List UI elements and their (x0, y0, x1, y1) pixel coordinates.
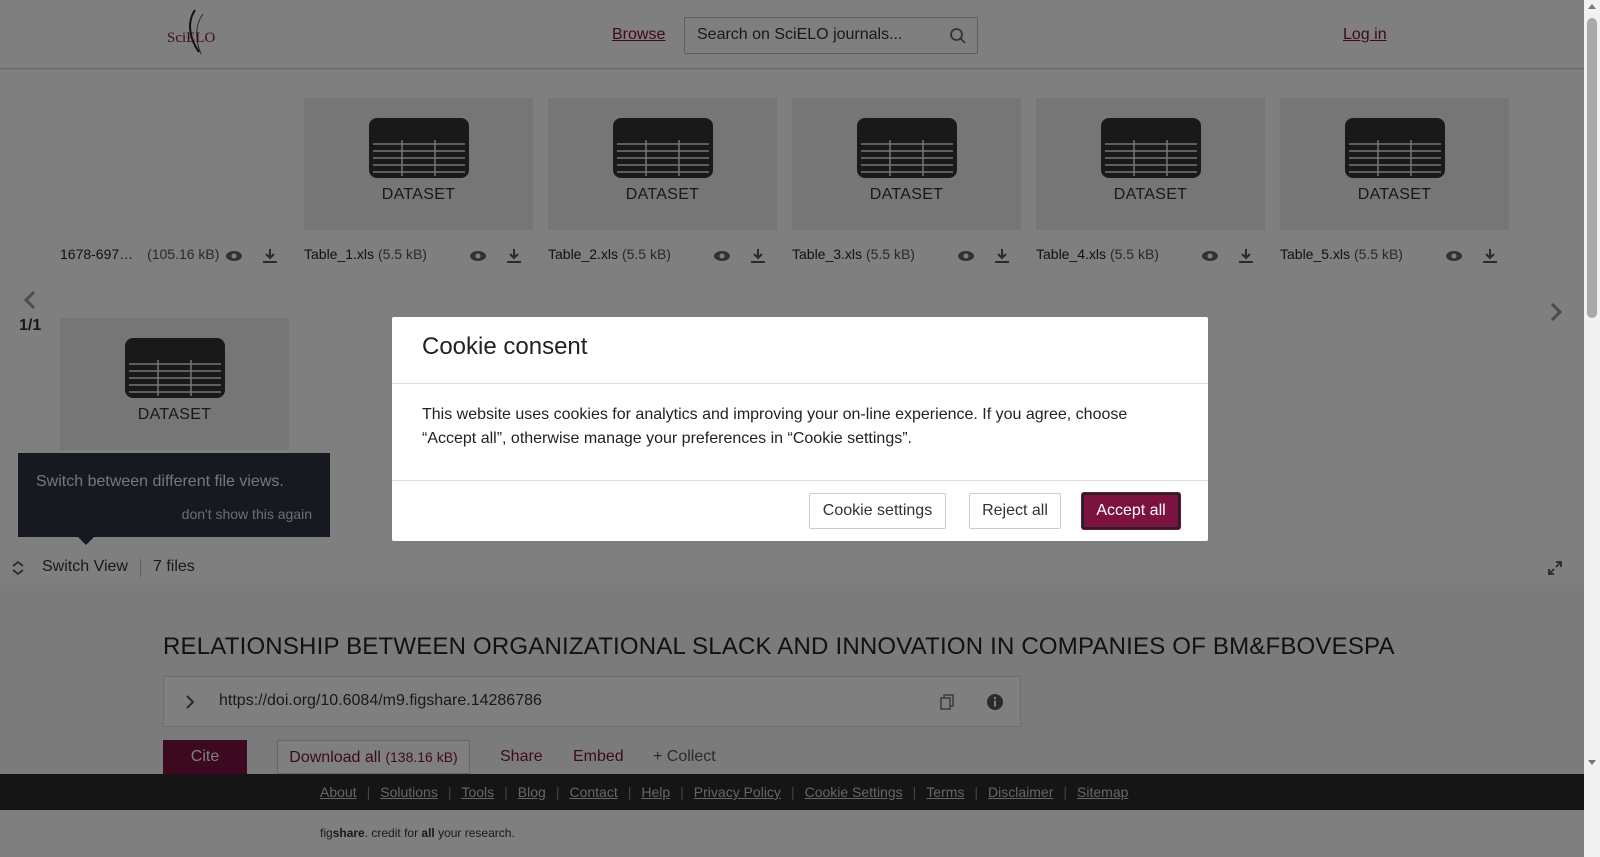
reject-all-button[interactable]: Reject all (969, 493, 1061, 529)
page-scrollbar[interactable] (1584, 0, 1600, 857)
dialog-body: This website uses cookies for analytics … (422, 406, 1128, 447)
dialog-title: Cookie consent (422, 333, 588, 360)
cookie-settings-button[interactable]: Cookie settings (809, 493, 946, 529)
scroll-up-arrow[interactable] (1588, 4, 1596, 9)
accept-all-button[interactable]: Accept all (1082, 493, 1180, 529)
divider (392, 480, 1208, 481)
scroll-thumb[interactable] (1587, 18, 1597, 318)
scroll-down-arrow[interactable] (1588, 760, 1596, 765)
divider (392, 383, 1208, 384)
cookie-consent-dialog: Cookie consent This website uses cookies… (392, 317, 1208, 541)
